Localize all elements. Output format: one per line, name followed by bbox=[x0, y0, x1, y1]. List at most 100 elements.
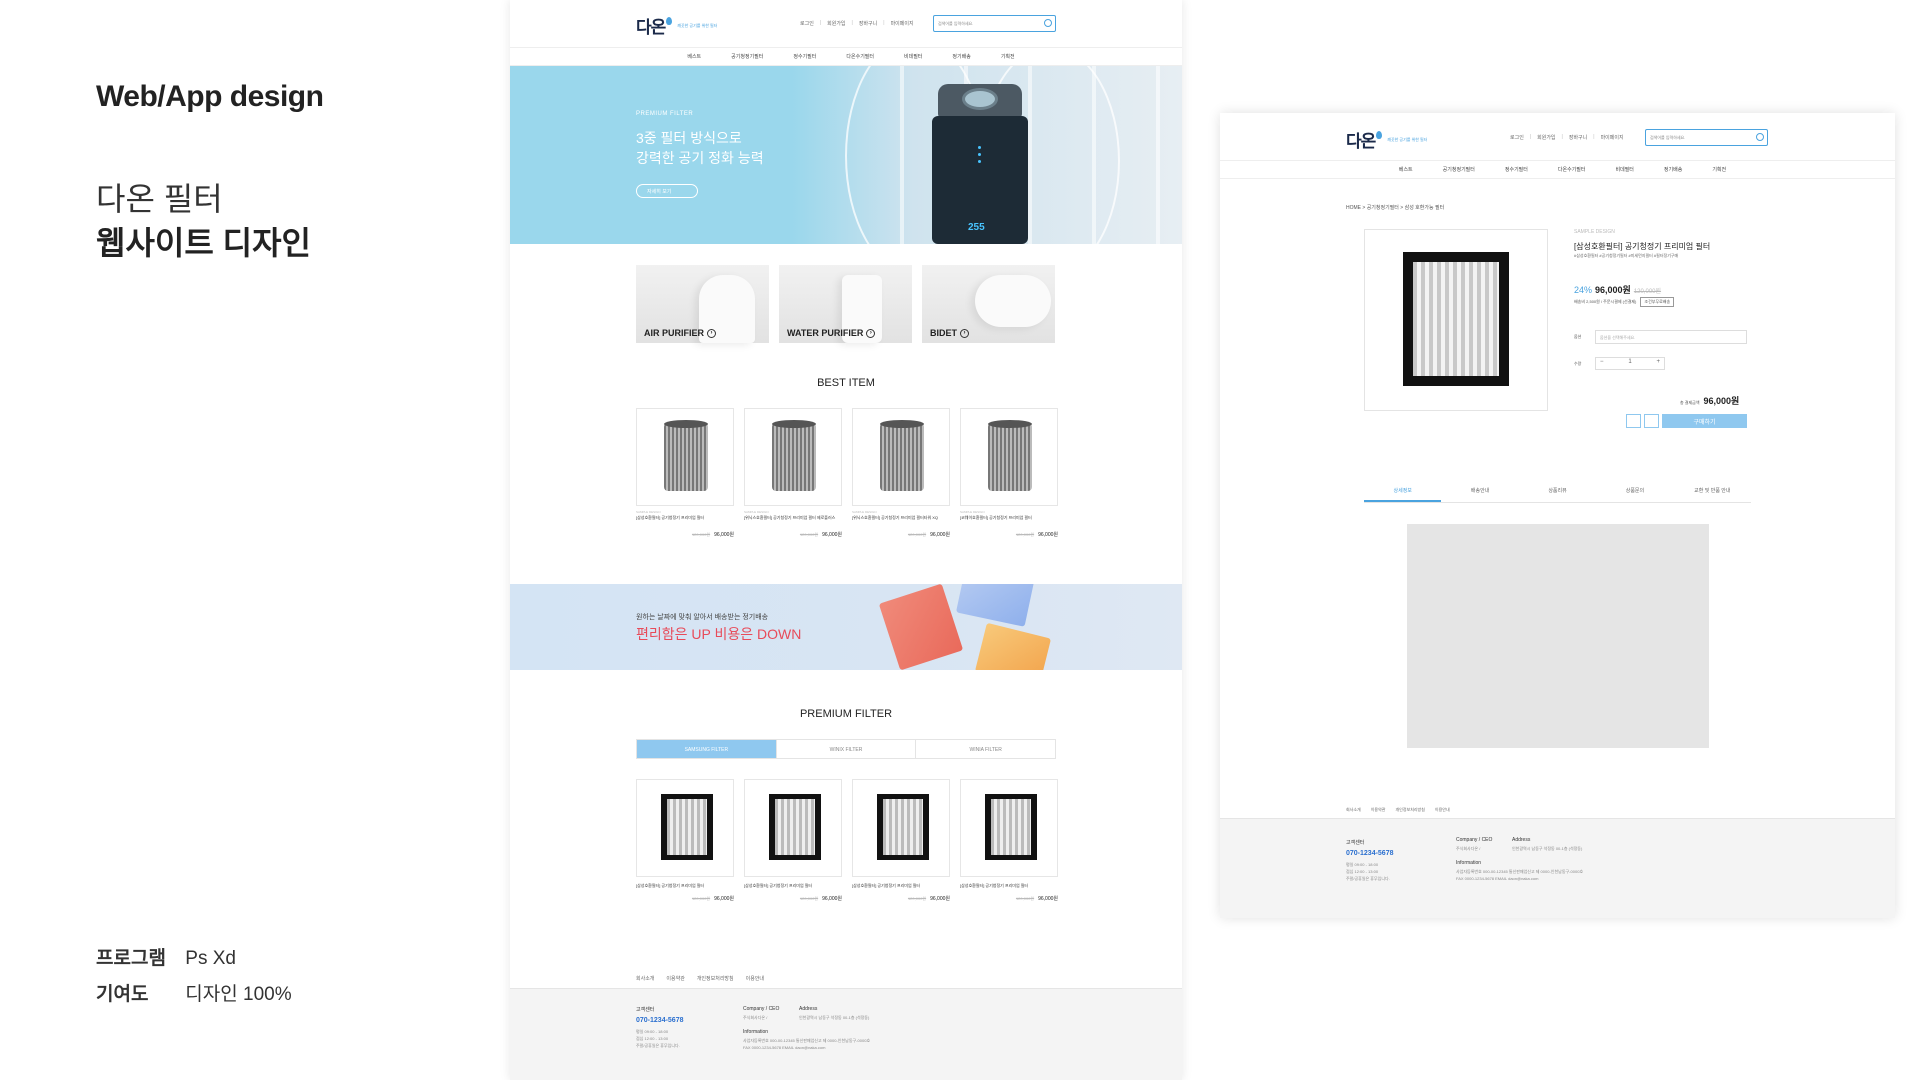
tab-samsung[interactable]: SAMSUNG FILTER bbox=[637, 740, 776, 758]
cs-hours: 평일 09:00 - 18:00 bbox=[1346, 862, 1379, 867]
product-card[interactable]: SAMPLE DESIGN [위닉스호환필터] 공기청정기 프리미엄 필터 제로… bbox=[744, 408, 842, 538]
tab-reviews[interactable]: 상품리뷰 bbox=[1519, 487, 1596, 502]
customer-center: 고객센터 070-1234-5678 평일 09:00 - 18:00 점심 1… bbox=[636, 1006, 684, 1049]
footer-link-terms[interactable]: 이용약관 bbox=[1371, 807, 1386, 813]
free-shipping-button[interactable]: 조건부무료배송 bbox=[1640, 297, 1675, 307]
footer-link-privacy[interactable]: 개인정보처리방침 bbox=[1395, 807, 1424, 813]
login-link[interactable]: 로그인 bbox=[800, 20, 814, 27]
product-price: 120,000원 96,000원 bbox=[907, 896, 950, 902]
product-main-image bbox=[1364, 229, 1548, 411]
nav-item-air-filter[interactable]: 공기청정기필터 bbox=[1443, 166, 1475, 178]
nav-item-special[interactable]: 기획전 bbox=[1001, 53, 1015, 65]
product-brand: SAMPLE DESIGN bbox=[852, 510, 877, 514]
product-tags[interactable]: #삼성호환필터 #공기청정기필터 #미세먼지필터 #필터정기구매 bbox=[1574, 253, 1678, 259]
address-value: 인천광역시 남동구 석정동 00-1층 (석정동) bbox=[1512, 846, 1583, 851]
tab-winia[interactable]: WINIA FILTER bbox=[915, 740, 1055, 758]
site-logo[interactable]: 다온 깨끗한 공기를 위한 필터 bbox=[1346, 127, 1427, 152]
banner-title: 편리함은 UP 비용은 DOWN bbox=[636, 626, 802, 642]
product-card[interactable]: [삼성호환필터] 공기청정기 프리미엄 필터 120,000원 96,000원 bbox=[744, 779, 842, 902]
buy-button[interactable]: 구매하기 bbox=[1662, 414, 1747, 428]
product-card[interactable]: SAMPLE DESIGN [삼성호환필터] 공기청정기 프리미엄 필터 120… bbox=[636, 408, 734, 538]
product-brand: SAMPLE DESIGN bbox=[744, 510, 769, 514]
login-link[interactable]: 로그인 bbox=[1510, 134, 1524, 141]
discount-rate: 24% bbox=[1574, 285, 1593, 295]
signup-link[interactable]: 회원가입 bbox=[1537, 134, 1555, 141]
footer-link-company[interactable]: 회사소개 bbox=[636, 975, 654, 982]
nav-item-bidet-filter[interactable]: 비데필터 bbox=[1616, 166, 1634, 178]
search-input[interactable]: 검색어를 입력하세요. bbox=[1645, 129, 1768, 146]
cart-icon[interactable] bbox=[1644, 414, 1659, 428]
nav-item-water-filter[interactable]: 정수기필터 bbox=[793, 53, 816, 65]
search-input[interactable]: 검색어를 입력하세요. bbox=[933, 15, 1056, 32]
hero-more-button[interactable]: 자세히 보기 bbox=[636, 184, 698, 198]
total-price: 총 결제금액 96,000원 bbox=[1680, 394, 1739, 407]
nav-item-water-filter[interactable]: 정수기필터 bbox=[1505, 166, 1528, 178]
mypage-link[interactable]: 마이페이지 bbox=[1601, 134, 1624, 141]
address-label: Address bbox=[1512, 837, 1531, 843]
cs-phone[interactable]: 070-1234-5678 bbox=[1346, 850, 1394, 857]
product-card[interactable]: [삼성호환필터] 공기청정기 프리미엄 필터 120,000원 96,000원 bbox=[852, 779, 950, 902]
nav-item-daon-filter[interactable]: 다온수기필터 bbox=[846, 53, 874, 65]
hero-title-line2: 강력한 공기 정화 능력 bbox=[636, 150, 764, 166]
footer-link-guide[interactable]: 이용안내 bbox=[746, 975, 764, 982]
site-logo[interactable]: 다온 깨끗한 공기를 위한 필터 bbox=[636, 13, 717, 38]
product-card[interactable]: SAMPLE DESIGN [코웨이호환필터] 공기청정기 프리미엄 필터 12… bbox=[960, 408, 1058, 538]
information-line: FAX 0000-1234-5678 EMAIL daon@naka.com bbox=[743, 1045, 826, 1050]
footer-link-terms[interactable]: 이용약관 bbox=[666, 975, 684, 982]
tab-detail-info[interactable]: 상세정보 bbox=[1364, 487, 1442, 502]
information-line: 사업자등록번호 000-00-12345 통신판매업신고 제 0000-인천남동… bbox=[743, 1038, 871, 1043]
nav-item-best[interactable]: 베스트 bbox=[1399, 166, 1413, 178]
cart-link[interactable]: 장바구니 bbox=[1569, 134, 1587, 141]
mypage-link[interactable]: 마이페이지 bbox=[891, 20, 914, 27]
footer-link-company[interactable]: 회사소개 bbox=[1346, 807, 1361, 813]
subscription-banner[interactable]: 원하는 날짜에 맞춰 알아서 배송받는 정기배송 편리함은 UP 비용은 DOW… bbox=[510, 584, 1182, 670]
best-item-title: BEST ITEM bbox=[817, 377, 875, 389]
hero-banner[interactable]: PREMIUM FILTER 3중 필터 방식으로 강력한 공기 정화 능력 자… bbox=[510, 66, 1182, 244]
minus-icon[interactable]: − bbox=[1600, 359, 1604, 368]
product-card[interactable]: [삼성호환필터] 공기청정기 프리미엄 필터 120,000원 96,000원 bbox=[960, 779, 1058, 902]
product-price: 120,000원 96,000원 bbox=[799, 532, 842, 538]
water-drop-icon bbox=[1376, 130, 1383, 139]
tab-winix[interactable]: WINIX FILTER bbox=[775, 740, 916, 758]
product-name: [삼성호환필터] 공기청정기 프리미엄 필터 bbox=[744, 883, 813, 888]
cs-phone[interactable]: 070-1234-5678 bbox=[636, 1017, 684, 1024]
nav-item-subscription[interactable]: 정기배송 bbox=[1664, 166, 1682, 178]
search-placeholder: 검색어를 입력하세요. bbox=[938, 21, 974, 26]
site-footer: 고객센터 070-1234-5678 평일 09:00 - 18:00 점심 1… bbox=[510, 988, 1182, 1080]
plus-icon[interactable]: + bbox=[1656, 359, 1660, 368]
information-line: FAX 0000-1234-5678 EMAIL daon@naka.com bbox=[1456, 876, 1539, 881]
nav-item-subscription[interactable]: 정기배송 bbox=[952, 53, 970, 65]
tab-returns[interactable]: 교환 및 반품 안내 bbox=[1674, 487, 1751, 502]
breadcrumb[interactable]: HOME > 공기청정기필터 > 삼성 호환가능 필터 bbox=[1346, 204, 1444, 211]
cs-label: 고객센터 bbox=[1346, 840, 1365, 846]
nav-item-best[interactable]: 베스트 bbox=[687, 53, 701, 65]
nav-item-daon-filter[interactable]: 다온수기필터 bbox=[1558, 166, 1586, 178]
product-price: 120,000원 96,000원 bbox=[799, 896, 842, 902]
water-drop-icon bbox=[666, 16, 673, 25]
category-bidet[interactable]: BIDET › bbox=[922, 265, 1055, 343]
nav-item-bidet-filter[interactable]: 비데필터 bbox=[904, 53, 922, 65]
nav-item-special[interactable]: 기획전 bbox=[1712, 166, 1726, 178]
product-card[interactable]: [삼성호환필터] 공기청정기 프리미엄 필터 120,000원 96,000원 bbox=[636, 779, 734, 902]
search-icon[interactable] bbox=[1756, 133, 1764, 141]
hero-title: 3중 필터 방식으로 강력한 공기 정화 능력 bbox=[636, 128, 764, 168]
product-image bbox=[744, 408, 842, 506]
heart-icon[interactable] bbox=[1626, 414, 1641, 428]
footer-link-privacy[interactable]: 개인정보처리방침 bbox=[697, 975, 734, 982]
product-price: 120,000원 96,000원 bbox=[1015, 532, 1058, 538]
quantity-stepper[interactable]: − 1 + bbox=[1595, 357, 1665, 370]
search-icon[interactable] bbox=[1044, 19, 1052, 27]
best-item-grid: SAMPLE DESIGN [삼성호환필터] 공기청정기 프리미엄 필터 120… bbox=[636, 408, 1058, 538]
tab-shipping[interactable]: 배송안내 bbox=[1441, 487, 1518, 502]
cs-hours: 평일 09:00 - 18:00 bbox=[636, 1029, 669, 1034]
category-air-purifier[interactable]: AIR PURIFIER › bbox=[636, 265, 769, 343]
option-select[interactable]: 옵션을 선택해주세요. bbox=[1595, 330, 1747, 344]
tab-qna[interactable]: 상품문의 bbox=[1596, 487, 1673, 502]
footer-link-guide[interactable]: 이용안내 bbox=[1435, 807, 1450, 813]
cart-link[interactable]: 장바구니 bbox=[859, 20, 877, 27]
main-nav: 베스트 공기청정기필터 정수기필터 다온수기필터 비데필터 정기배송 기획전 bbox=[1220, 161, 1895, 179]
signup-link[interactable]: 회원가입 bbox=[827, 20, 845, 27]
product-card[interactable]: SAMPLE DESIGN [위닉스호환필터] 공기청정기 프리미엄 필터타워 … bbox=[852, 408, 950, 538]
category-water-purifier[interactable]: WATER PURIFIER › bbox=[779, 265, 912, 343]
nav-item-air-filter[interactable]: 공기청정기필터 bbox=[731, 53, 763, 65]
